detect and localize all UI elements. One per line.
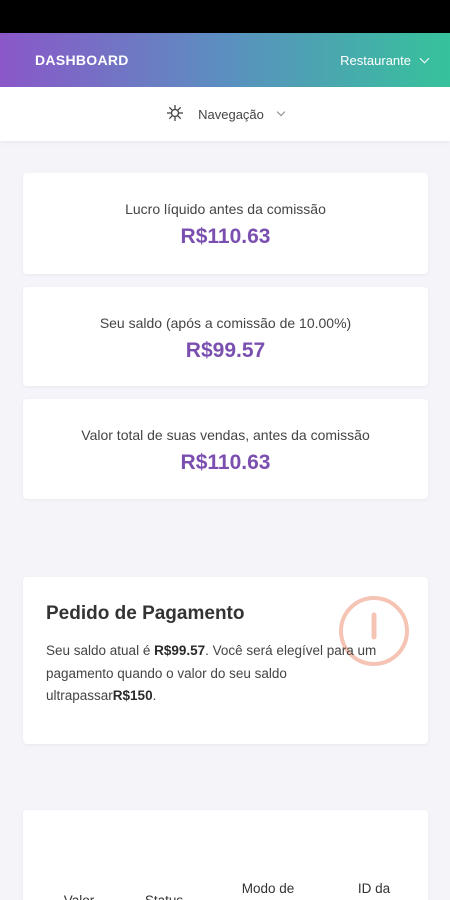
dashboard-title[interactable]: DASHBOARD	[35, 52, 129, 68]
payment-text: .	[152, 688, 157, 703]
stat-label: Seu saldo (após a comissão de 10.00%)	[99, 315, 352, 331]
payment-title: Pedido de Pagamento	[46, 603, 245, 624]
stat-value: R$110.63	[180, 451, 271, 474]
app-header: DASHBOARD Restaurante	[0, 33, 450, 87]
stat-value: R$110.63	[180, 225, 271, 248]
stat-value: R$99.57	[185, 339, 266, 362]
table-header-valor: Valor	[51, 890, 107, 900]
table-header-status: Status	[133, 890, 195, 900]
stat-card-balance: Seu saldo (após a comissão de 10.00%) R$…	[23, 287, 428, 386]
payments-table-card: Valor Status Modo de ID da	[23, 810, 428, 900]
restaurant-label: Restaurante	[340, 52, 411, 68]
navigation-label: Navegação	[198, 106, 264, 122]
table-header-modo: Modo de	[241, 881, 295, 896]
table-header-id: ID da	[357, 881, 391, 896]
chevron-down-icon	[419, 53, 430, 63]
current-balance: R$99.57	[154, 643, 206, 658]
stat-label: Valor total de suas vendas, antes da com…	[81, 427, 370, 443]
compass-icon	[166, 104, 184, 125]
status-bar	[0, 0, 450, 33]
restaurant-dropdown[interactable]: Restaurante	[340, 52, 430, 68]
chevron-down-icon	[276, 107, 286, 117]
payout-threshold: R$150	[112, 688, 153, 703]
payment-description: Seu saldo atual é R$99.57. Você será ele…	[46, 640, 391, 708]
stat-card-net-profit: Lucro líquido antes da comissão R$110.63	[23, 173, 428, 274]
stat-card-total-sales: Valor total de suas vendas, antes da com…	[23, 399, 428, 499]
stat-label: Lucro líquido antes da comissão	[125, 201, 326, 217]
payment-text: Seu saldo atual é	[46, 643, 155, 658]
navigation-dropdown[interactable]: Navegação	[0, 87, 450, 141]
payment-request-card: Pedido de Pagamento Seu saldo atual é R$…	[23, 577, 428, 744]
